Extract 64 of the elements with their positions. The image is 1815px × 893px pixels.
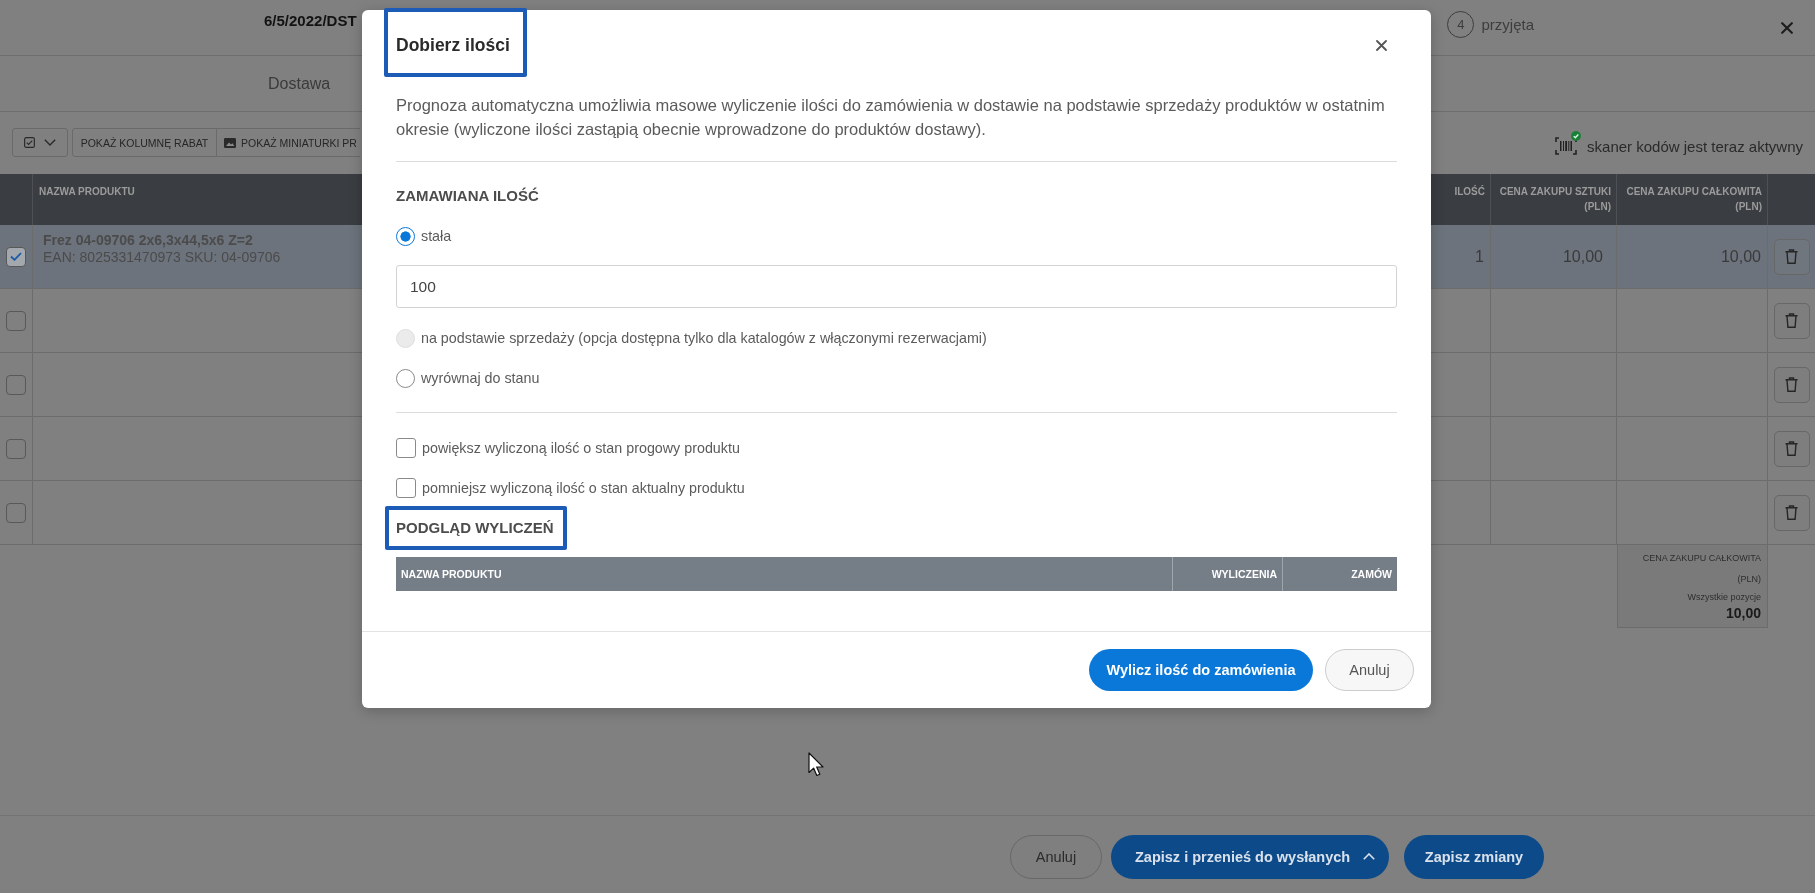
trash-icon bbox=[1785, 505, 1798, 520]
trash-icon bbox=[1785, 249, 1798, 264]
checkbox-icon bbox=[24, 137, 35, 148]
cancel-button[interactable]: Anuluj bbox=[1010, 834, 1102, 879]
checkbox[interactable] bbox=[396, 478, 416, 498]
close-button[interactable] bbox=[1781, 22, 1793, 34]
total-price-cell: 10,00 bbox=[1720, 247, 1761, 266]
summary-total: 10,00 bbox=[1725, 604, 1761, 623]
checkbox[interactable] bbox=[6, 438, 26, 459]
dialog-title: Dobierz ilości bbox=[396, 35, 510, 55]
column-header: NAZWA PRODUKTU bbox=[39, 186, 135, 197]
chevron-down-icon bbox=[44, 139, 56, 146]
checkbox[interactable] bbox=[6, 374, 26, 395]
option-label[interactable]: pomniejsz wyliczoną ilość o stan aktualny produktu bbox=[422, 480, 745, 496]
column-header: ILOŚĆ bbox=[1454, 186, 1485, 197]
calculate-button[interactable]: Wylicz ilość do zamówienia bbox=[1089, 649, 1313, 691]
select-menu-button[interactable] bbox=[12, 128, 68, 157]
close-icon bbox=[1376, 39, 1387, 51]
column-header: NAZWA PRODUKTU bbox=[401, 568, 502, 580]
unit-price-cell: 10,00 bbox=[1562, 247, 1603, 266]
option-label[interactable]: powiększ wyliczoną ilość o stan progowy produktu bbox=[422, 440, 740, 456]
summary-label: CENA ZAKUPU CAŁKOWITA (PLN) bbox=[1642, 552, 1761, 586]
column-header: CENA ZAKUPU CAŁKOWITA (PLN) bbox=[1626, 186, 1762, 212]
dialog-description: Prognoza automatyczna umożliwia masowe wyliczenie ilości do zamówienia w dostawie na podstawie sprzedaży produktów w ostatnim okresie (wyliczone ilości zastąpią obecnie wprowadzone do produktów dostawy). bbox=[396, 95, 1386, 140]
close-button[interactable] bbox=[1376, 39, 1387, 51]
section-heading: PODGLĄD WYLICZEŃ bbox=[396, 518, 554, 538]
mouse-pointer-icon bbox=[808, 752, 825, 777]
document-number: 6/5/2022/DST bbox=[264, 12, 357, 30]
option-label[interactable]: stała bbox=[421, 228, 452, 244]
delete-button[interactable] bbox=[1773, 430, 1810, 467]
trash-icon bbox=[1785, 313, 1798, 328]
check-badge-icon bbox=[1571, 131, 1582, 141]
delete-button[interactable] bbox=[1773, 238, 1810, 275]
column-header: ZAMÓW bbox=[1351, 568, 1392, 580]
radio-button[interactable] bbox=[396, 226, 415, 246]
chevron-up-icon bbox=[1363, 853, 1375, 860]
scanner-status: skaner kodów jest teraz aktywny bbox=[1587, 138, 1803, 156]
section-heading: ZAMAWIANA ILOŚĆ bbox=[396, 186, 540, 206]
trash-icon bbox=[1785, 441, 1798, 456]
close-icon bbox=[1781, 22, 1793, 34]
radio-button[interactable] bbox=[396, 368, 415, 388]
checkbox[interactable] bbox=[6, 246, 26, 267]
toolbar-button[interactable]: POKAŻ MINIATURKI PR bbox=[217, 128, 360, 157]
summary-scope: Wszystkie pozycje bbox=[1687, 591, 1761, 604]
quantity-field[interactable]: 100 bbox=[396, 265, 1397, 308]
column-header: WYLICZENIA bbox=[1211, 568, 1277, 580]
cancel-button[interactable]: Anuluj bbox=[1325, 649, 1414, 691]
option-label[interactable]: wyrównaj do stanu bbox=[421, 370, 540, 386]
column-header: CENA ZAKUPU SZTUKI (PLN) bbox=[1499, 186, 1611, 212]
image-icon bbox=[224, 137, 236, 148]
barcode-icon bbox=[1555, 137, 1578, 155]
checkbox[interactable] bbox=[396, 438, 416, 458]
checkmark-icon bbox=[10, 252, 22, 261]
delete-button[interactable] bbox=[1773, 302, 1810, 339]
trash-icon bbox=[1785, 377, 1798, 392]
save-button[interactable]: Zapisz zmiany bbox=[1404, 834, 1544, 879]
save-and-send-button[interactable]: Zapisz i przenieś do wysłanych bbox=[1111, 834, 1389, 879]
step-label: przyjęta bbox=[1481, 16, 1534, 33]
delete-button[interactable] bbox=[1773, 494, 1810, 531]
checkbox[interactable] bbox=[6, 502, 26, 523]
toolbar-button[interactable]: POKAŻ KOLUMNĘ RABAT bbox=[72, 128, 217, 157]
checkbox[interactable] bbox=[6, 310, 26, 331]
delete-button[interactable] bbox=[1773, 366, 1810, 403]
quantity-cell: 1 bbox=[1475, 247, 1484, 266]
